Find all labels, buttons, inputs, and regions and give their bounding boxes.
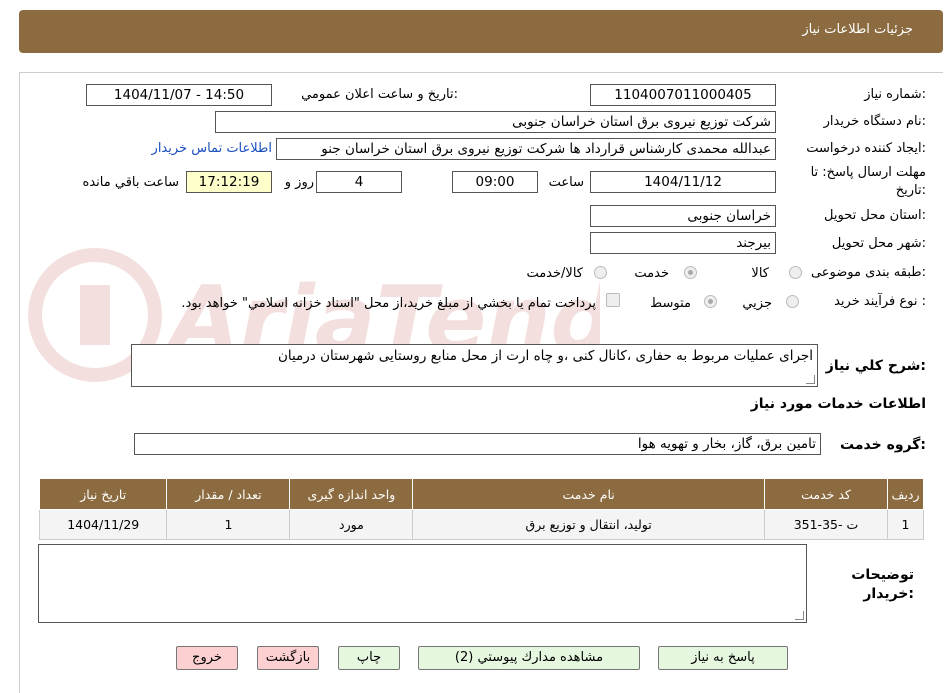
services-section-title: اطلاعات خدمات مورد نياز — [750, 396, 926, 412]
need-number-label: شماره نياز: — [864, 87, 926, 102]
description-label: شرح كلي نياز: — [825, 358, 926, 374]
col-date: تاريخ نياز — [38, 478, 168, 510]
col-qty: تعداد / مقدار — [166, 478, 291, 510]
category-goods-radio[interactable] — [789, 266, 802, 279]
category-both-label: كالا/خدمت — [526, 266, 583, 281]
print-button[interactable]: چاپ — [338, 646, 400, 670]
row-unit: مورد — [289, 509, 414, 540]
process-medium-radio[interactable] — [704, 295, 717, 308]
col-name: نام خدمت — [412, 478, 765, 510]
row-name: توليد، انتقال و توزيع برق — [412, 509, 765, 540]
buyer-contact-link[interactable]: اطلاعات تماس خريدار — [152, 141, 272, 156]
remaining-label: ساعت باقي مانده — [82, 175, 179, 190]
back-button[interactable]: بازگشت — [257, 646, 319, 670]
service-group-label: گروه خدمت: — [840, 437, 926, 453]
deadline-time-field: 09:00 — [452, 171, 538, 193]
table-row: 1 ت -35-351 توليد، انتقال و توزيع برق مو… — [38, 509, 924, 540]
category-both-radio[interactable] — [594, 266, 607, 279]
description-textarea: اجرای عملیات مربوط به حفاری ،کانال کنی ،… — [131, 344, 818, 387]
buyer-org-label: نام دستگاه خريدار: — [823, 114, 926, 129]
description-text: اجرای عملیات مربوط به حفاری ،کانال کنی ،… — [277, 348, 813, 364]
category-goods-label: كالا — [751, 266, 769, 281]
category-label: طبقه بندی موضوعی: — [810, 265, 926, 280]
buyer-notes-label: توضيحات — [851, 567, 914, 583]
row-date: 1404/11/29 — [38, 509, 168, 540]
province-label: استان محل تحويل: — [824, 208, 926, 223]
days-field: 4 — [316, 171, 402, 193]
category-service-radio[interactable] — [684, 266, 697, 279]
deadline-label-date: تاريخ: — [895, 183, 926, 198]
process-minor-radio[interactable] — [786, 295, 799, 308]
row-code: ت -35-351 — [763, 509, 889, 540]
service-group-field: تامين برق، گاز، بخار و تهويه هوا — [134, 433, 821, 455]
process-medium-label: متوسط — [650, 296, 691, 311]
col-unit: واحد اندازه گيری — [289, 478, 414, 510]
buyer-notes-label-2: خريدار: — [863, 586, 914, 602]
process-label: نوع فرآيند خريد : — [834, 294, 926, 309]
announce-date-field: 1404/11/07 - 14:50 — [86, 84, 272, 106]
category-service-label: خدمت — [634, 266, 669, 281]
attachments-button[interactable]: مشاهده مدارك پيوستي (2) — [418, 646, 640, 670]
col-code: كد خدمت — [763, 478, 889, 510]
creator-label: ايجاد كننده درخواست: — [806, 141, 926, 156]
row-index: 1 — [887, 509, 924, 540]
services-table: رديف كد خدمت نام خدمت واحد اندازه گيری ت… — [38, 478, 924, 540]
col-index: رديف — [887, 478, 924, 510]
deadline-time-label: ساعت — [548, 175, 584, 190]
buyer-notes-textarea[interactable] — [38, 544, 807, 623]
city-field: بیرجند — [590, 232, 776, 254]
payment-note: پرداخت تمام يا بخشي از مبلغ خريد،از محل … — [181, 296, 596, 311]
resize-grip-icon[interactable] — [795, 611, 804, 620]
row-qty: 1 — [166, 509, 291, 540]
creator-field: عبدالله محمدی کارشناس قرارداد ها شرکت تو… — [276, 138, 776, 160]
need-number-field: 1104007011000405 — [590, 84, 776, 106]
exit-button[interactable]: خروج — [176, 646, 238, 670]
services-table-header: رديف كد خدمت نام خدمت واحد اندازه گيری ت… — [38, 478, 924, 510]
page-header: جزئيات اطلاعات نياز — [19, 10, 943, 53]
announce-label: تاريخ و ساعت اعلان عمومي: — [301, 87, 458, 102]
resize-grip-icon[interactable] — [806, 375, 815, 384]
page-title: جزئيات اطلاعات نياز — [802, 22, 913, 37]
days-label: روز و — [284, 175, 314, 190]
reply-button[interactable]: پاسخ به نياز — [658, 646, 788, 670]
process-minor-label: جزيي — [742, 296, 772, 311]
province-field: خراسان جنوبی — [590, 205, 776, 227]
deadline-date-field: 1404/11/12 — [590, 171, 776, 193]
city-label: شهر محل تحويل: — [831, 236, 926, 251]
remaining-time-field: 17:12:19 — [186, 171, 272, 193]
treasury-checkbox[interactable] — [606, 293, 620, 307]
buyer-org-field: شركت توزيع نيروی برق استان خراسان جنوبی — [215, 111, 776, 133]
deadline-label: مهلت ارسال پاسخ: تا — [810, 165, 926, 180]
